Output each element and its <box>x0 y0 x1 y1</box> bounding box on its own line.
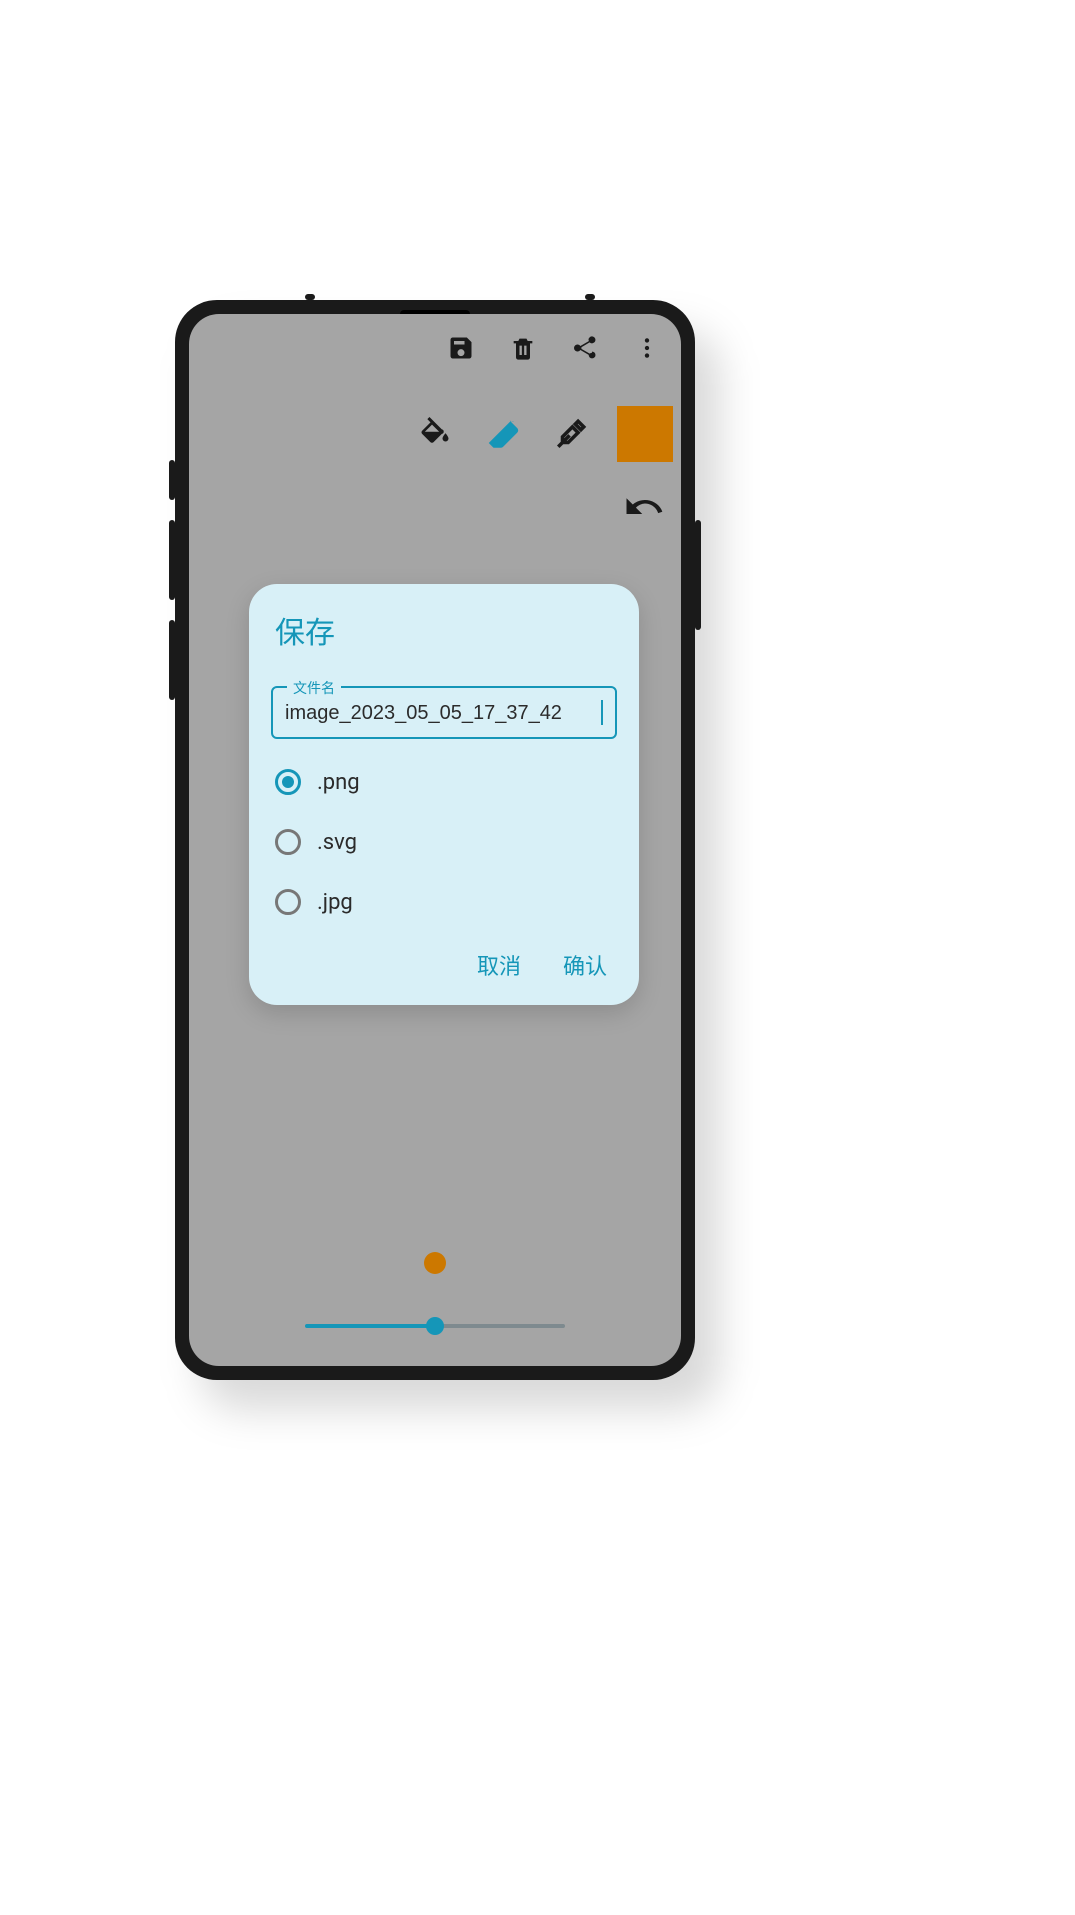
radio-label: .png <box>317 770 360 795</box>
radio-label: .jpg <box>317 890 353 915</box>
brush-preview-dot <box>424 1252 446 1274</box>
format-option-jpg[interactable]: .jpg <box>275 889 617 915</box>
eraser-icon[interactable] <box>481 412 525 456</box>
filename-input[interactable] <box>285 702 603 725</box>
save-icon[interactable] <box>445 332 477 364</box>
radio-icon <box>275 769 301 795</box>
share-icon[interactable] <box>569 332 601 364</box>
filename-label: 文件名 <box>287 678 341 698</box>
color-swatch[interactable] <box>617 406 673 462</box>
fill-bucket-icon[interactable] <box>413 412 457 456</box>
phone-frame: 保存 文件名 .png .svg .jpg <box>175 300 695 1380</box>
format-radio-group: .png .svg .jpg <box>271 769 617 915</box>
slider-thumb[interactable] <box>426 1317 444 1335</box>
tool-row <box>413 406 673 462</box>
text-cursor <box>601 700 603 725</box>
power-button <box>695 520 701 630</box>
format-option-png[interactable]: .png <box>275 769 617 795</box>
undo-icon[interactable] <box>623 486 665 532</box>
confirm-button[interactable]: 确认 <box>563 949 607 981</box>
format-option-svg[interactable]: .svg <box>275 829 617 855</box>
slider-track-inactive <box>435 1324 565 1328</box>
dialog-actions: 取消 确认 <box>271 949 617 987</box>
volume-up-button <box>169 520 175 600</box>
save-dialog: 保存 文件名 .png .svg .jpg <box>249 584 639 1005</box>
radio-icon <box>275 829 301 855</box>
radio-icon <box>275 889 301 915</box>
volume-down-button <box>169 620 175 700</box>
dialog-title: 保存 <box>275 608 617 652</box>
menu-dots-icon[interactable] <box>631 332 663 364</box>
phone-sensor <box>585 294 595 300</box>
eyedropper-icon[interactable] <box>549 412 593 456</box>
delete-icon[interactable] <box>507 332 539 364</box>
slider-track-active <box>305 1324 435 1328</box>
app-screen: 保存 文件名 .png .svg .jpg <box>189 314 681 1366</box>
cancel-button[interactable]: 取消 <box>477 949 521 981</box>
brush-size-slider[interactable] <box>305 1314 565 1338</box>
filename-field[interactable]: 文件名 <box>271 686 617 739</box>
app-bar <box>445 332 673 364</box>
side-button <box>169 460 175 500</box>
phone-sensor <box>305 294 315 300</box>
radio-label: .svg <box>317 830 357 855</box>
